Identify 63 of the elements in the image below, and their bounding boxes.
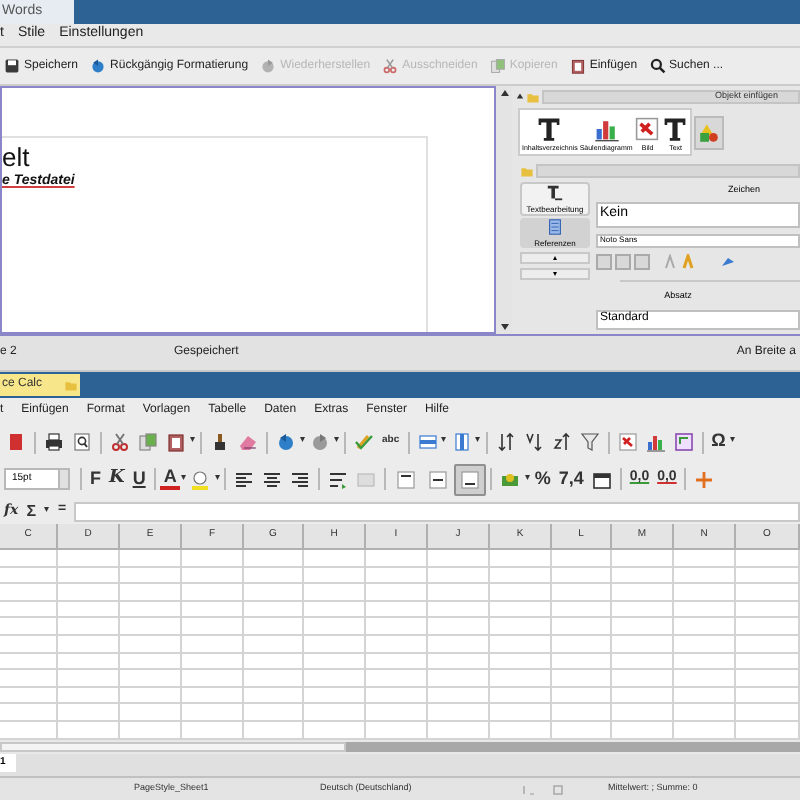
wrap-text-icon[interactable] bbox=[328, 469, 349, 489]
status-icons-drawing bbox=[520, 783, 568, 795]
bar-chart-icon[interactable] bbox=[645, 432, 666, 452]
merge-cells-icon[interactable] bbox=[356, 469, 377, 489]
align-right-icon[interactable] bbox=[290, 469, 311, 489]
document-icon bbox=[546, 218, 564, 236]
align-center-icon[interactable] bbox=[262, 469, 283, 489]
folder-icon bbox=[64, 378, 78, 392]
magnifier-page-icon[interactable] bbox=[72, 432, 92, 452]
sort-ascending-icon[interactable] bbox=[523, 432, 544, 452]
copy-icon[interactable] bbox=[138, 432, 158, 452]
letter-t-icon bbox=[536, 116, 563, 142]
align-middle-icon bbox=[428, 469, 449, 489]
toggle-button[interactable] bbox=[454, 463, 487, 495]
sort-icon[interactable] bbox=[495, 432, 516, 452]
columns-icon[interactable] bbox=[451, 432, 472, 452]
scissors-icon bbox=[382, 58, 399, 74]
calendar-icon[interactable] bbox=[591, 469, 612, 489]
brush-icon[interactable] bbox=[210, 432, 230, 452]
redo-icon[interactable] bbox=[310, 432, 330, 452]
bar-chart-icon bbox=[593, 116, 620, 142]
format-button[interactable]: U bbox=[128, 465, 150, 493]
format-buttons-drawing bbox=[596, 253, 652, 270]
align-left-icon[interactable] bbox=[234, 469, 255, 489]
letter-t-icon bbox=[662, 116, 689, 142]
formula-input[interactable] bbox=[74, 501, 800, 521]
scissors-icon[interactable] bbox=[110, 432, 130, 452]
shapes-icon bbox=[698, 121, 721, 143]
highlighter-icon[interactable] bbox=[190, 469, 211, 489]
shapes-button[interactable] bbox=[694, 115, 725, 149]
search-icon bbox=[649, 58, 666, 74]
filter-icon[interactable] bbox=[579, 432, 600, 452]
rows-icon[interactable] bbox=[417, 432, 438, 452]
plus-icon[interactable] bbox=[694, 469, 715, 489]
undo-icon[interactable] bbox=[276, 432, 296, 452]
format-button[interactable]: K bbox=[105, 465, 129, 493]
clipboard-icon[interactable] bbox=[166, 432, 186, 452]
clipboard-icon bbox=[569, 58, 586, 74]
format-button[interactable]: F bbox=[86, 465, 105, 493]
image-icon[interactable] bbox=[617, 432, 638, 452]
undo-icon bbox=[90, 58, 107, 74]
table-icon[interactable] bbox=[673, 432, 694, 452]
scrollbar-thumb[interactable] bbox=[346, 742, 800, 752]
sort-descending-icon[interactable] bbox=[551, 432, 572, 452]
image-icon bbox=[634, 116, 661, 142]
formula-tool[interactable]: Σ bbox=[26, 499, 36, 523]
format-button[interactable]: A bbox=[159, 468, 181, 490]
copy-icon bbox=[489, 58, 506, 74]
scrollbar[interactable] bbox=[496, 86, 512, 334]
format-button[interactable]: Ω bbox=[707, 428, 730, 456]
align-top-icon bbox=[396, 469, 417, 489]
eraser-icon[interactable] bbox=[238, 432, 258, 452]
text-format-icon bbox=[546, 184, 564, 202]
redo-icon bbox=[260, 58, 277, 74]
format-button[interactable]: 7,4 bbox=[554, 465, 588, 493]
document-icon[interactable] bbox=[6, 432, 26, 452]
document-heading: elt bbox=[2, 144, 32, 172]
printer-icon[interactable] bbox=[44, 432, 64, 452]
format-button[interactable]: % bbox=[530, 465, 555, 493]
align-bottom-icon bbox=[460, 469, 481, 489]
pencil-check-icon[interactable] bbox=[354, 432, 374, 452]
folder-icon bbox=[520, 163, 534, 177]
money-icon[interactable] bbox=[500, 469, 521, 489]
